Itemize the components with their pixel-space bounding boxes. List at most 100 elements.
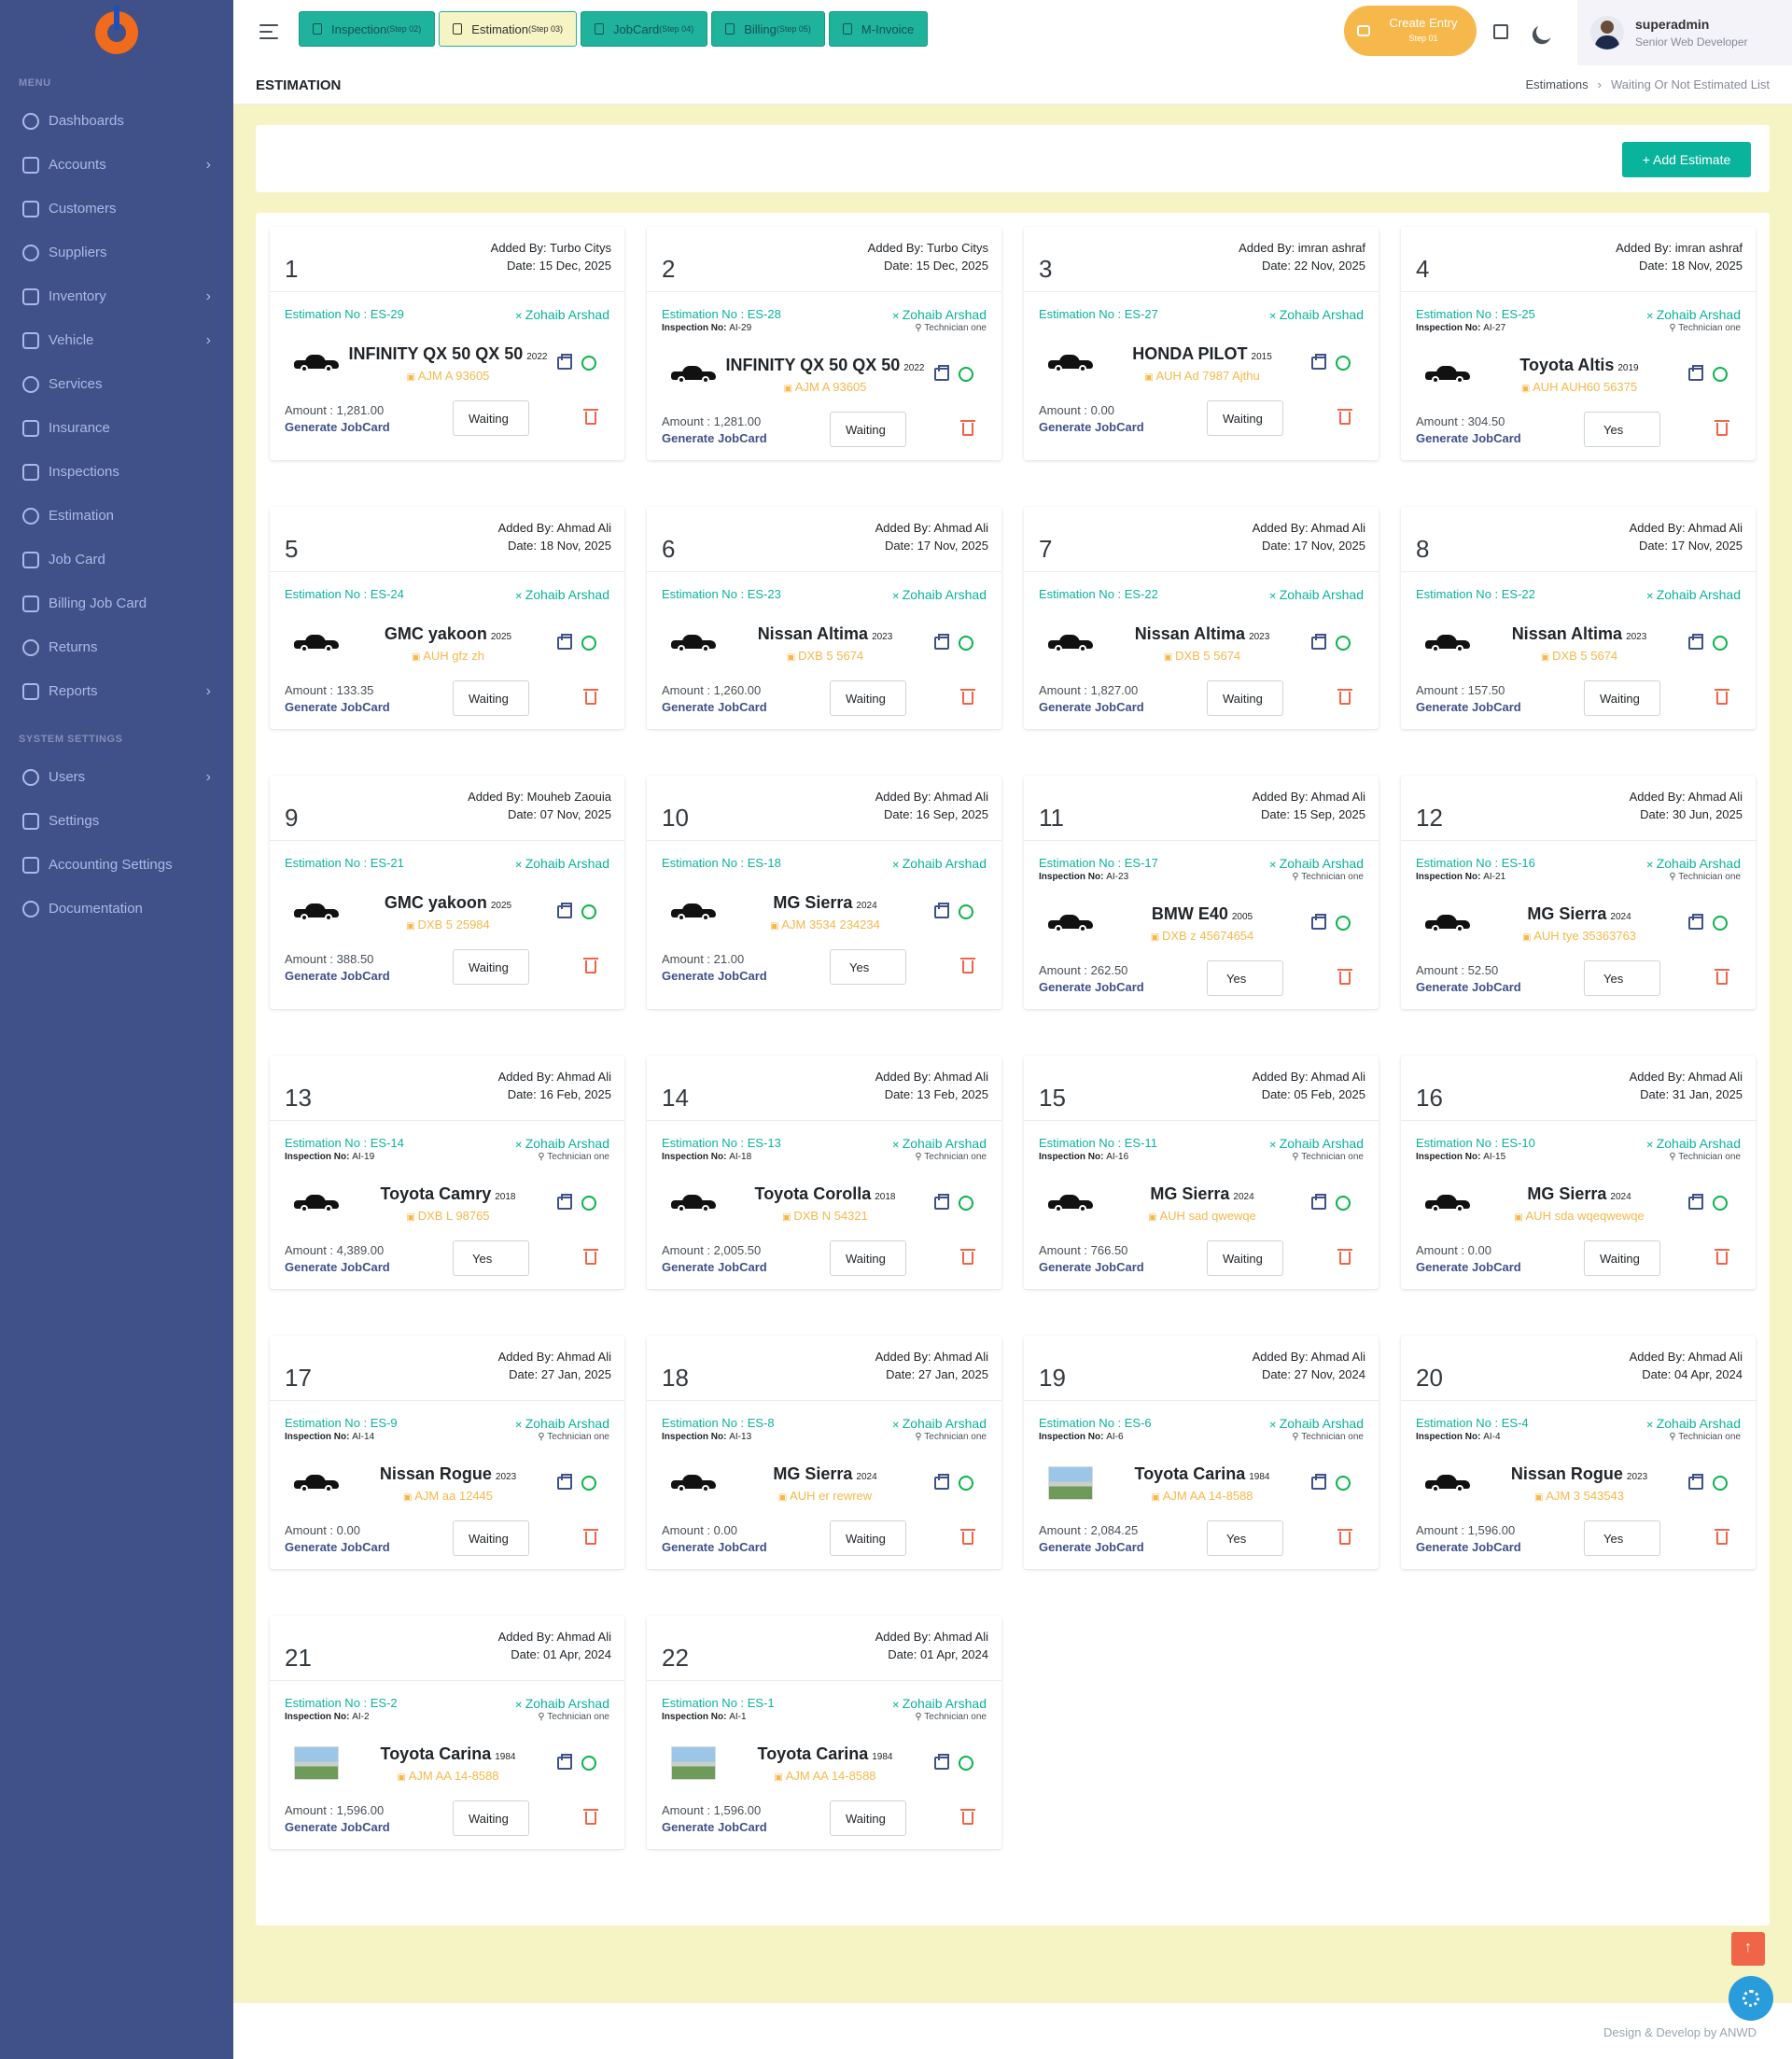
add-estimate-button[interactable]: + Add Estimate: [1622, 142, 1751, 177]
sidebar-item-customers[interactable]: Customers: [0, 187, 233, 231]
whatsapp-icon[interactable]: [581, 636, 596, 651]
sidebar-item-services[interactable]: Services: [0, 362, 233, 406]
whatsapp-icon[interactable]: [959, 367, 973, 382]
generate-jobcard-link[interactable]: Generate JobCard: [1416, 431, 1584, 445]
status-select[interactable]: Waiting: [453, 680, 529, 716]
trash-icon[interactable]: [1337, 409, 1352, 425]
trash-icon[interactable]: [1337, 1529, 1352, 1545]
status-select[interactable]: Waiting: [830, 1240, 906, 1276]
status-select[interactable]: Waiting: [453, 1520, 529, 1556]
generate-jobcard-link[interactable]: Generate JobCard: [662, 431, 830, 445]
estimation-number[interactable]: Estimation No : ES-22: [1039, 587, 1158, 601]
status-select[interactable]: Yes: [1207, 960, 1283, 996]
status-select[interactable]: Waiting: [453, 949, 529, 985]
estimation-number[interactable]: Estimation No : ES-2: [285, 1696, 398, 1710]
step-estimation-button[interactable]: Estimation (Step 03): [439, 11, 578, 47]
generate-jobcard-link[interactable]: Generate JobCard: [662, 1540, 830, 1554]
generate-jobcard-link[interactable]: Generate JobCard: [1039, 1260, 1207, 1274]
estimation-number[interactable]: Estimation No : ES-13: [662, 1136, 781, 1150]
estimation-number[interactable]: Estimation No : ES-25: [1416, 307, 1535, 321]
print-icon[interactable]: [557, 903, 572, 918]
print-icon[interactable]: [1688, 634, 1703, 650]
whatsapp-icon[interactable]: [959, 1196, 973, 1211]
status-select[interactable]: Yes: [1584, 1520, 1660, 1556]
estimation-number[interactable]: Estimation No : ES-28: [662, 307, 781, 321]
breadcrumb-estimations[interactable]: Estimations: [1525, 77, 1588, 91]
print-icon[interactable]: [934, 1754, 949, 1770]
estimation-number[interactable]: Estimation No : ES-9: [285, 1416, 398, 1430]
trash-icon[interactable]: [960, 958, 975, 973]
whatsapp-icon[interactable]: [959, 904, 973, 919]
generate-jobcard-link[interactable]: Generate JobCard: [285, 1820, 453, 1834]
trash-icon[interactable]: [1337, 1249, 1352, 1265]
generate-jobcard-link[interactable]: Generate JobCard: [285, 1260, 453, 1274]
status-select[interactable]: Waiting: [830, 1520, 906, 1556]
status-select[interactable]: Waiting: [830, 680, 906, 716]
estimation-number[interactable]: Estimation No : ES-24: [285, 587, 404, 601]
estimation-number[interactable]: Estimation No : ES-29: [285, 307, 404, 321]
whatsapp-icon[interactable]: [1336, 916, 1351, 931]
step-billing-button[interactable]: Billing (Step 05): [711, 11, 825, 47]
estimation-number[interactable]: Estimation No : ES-14: [285, 1136, 404, 1150]
trash-icon[interactable]: [583, 689, 598, 705]
whatsapp-icon[interactable]: [1336, 356, 1351, 371]
trash-icon[interactable]: [960, 1809, 975, 1825]
print-icon[interactable]: [1311, 914, 1326, 930]
trash-icon[interactable]: [583, 958, 598, 973]
scroll-to-top-button[interactable]: ↑: [1731, 1932, 1765, 1966]
estimation-number[interactable]: Estimation No : ES-23: [662, 587, 781, 601]
print-icon[interactable]: [934, 1194, 949, 1210]
estimation-number[interactable]: Estimation No : ES-11: [1039, 1136, 1157, 1150]
sidebar-item-suppliers[interactable]: Suppliers: [0, 231, 233, 274]
status-select[interactable]: Yes: [1584, 412, 1660, 447]
whatsapp-icon[interactable]: [1336, 1196, 1351, 1211]
estimation-number[interactable]: Estimation No : ES-4: [1416, 1416, 1529, 1430]
sidebar-item-job-card[interactable]: Job Card: [0, 538, 233, 581]
dark-mode-moon-icon[interactable]: [1533, 21, 1555, 42]
sidebar-item-users[interactable]: Users ›: [0, 755, 233, 799]
sidebar-item-returns[interactable]: Returns: [0, 625, 233, 669]
print-icon[interactable]: [1688, 365, 1703, 381]
generate-jobcard-link[interactable]: Generate JobCard: [662, 1260, 830, 1274]
trash-icon[interactable]: [960, 1249, 975, 1265]
print-icon[interactable]: [1311, 1474, 1326, 1490]
whatsapp-icon[interactable]: [581, 1196, 596, 1211]
trash-icon[interactable]: [1715, 1249, 1729, 1265]
trash-icon[interactable]: [583, 1529, 598, 1545]
trash-icon[interactable]: [960, 689, 975, 705]
print-icon[interactable]: [1688, 1194, 1703, 1210]
trash-icon[interactable]: [1715, 1529, 1729, 1545]
step-m-invoice-button[interactable]: M-Invoice: [828, 11, 929, 47]
trash-icon[interactable]: [1715, 969, 1729, 985]
generate-jobcard-link[interactable]: Generate JobCard: [1039, 420, 1207, 434]
print-icon[interactable]: [934, 1474, 949, 1490]
whatsapp-icon[interactable]: [581, 356, 596, 371]
generate-jobcard-link[interactable]: Generate JobCard: [285, 1540, 453, 1554]
trash-icon[interactable]: [960, 1529, 975, 1545]
generate-jobcard-link[interactable]: Generate JobCard: [285, 700, 453, 714]
sidebar-item-dashboards[interactable]: Dashboards: [0, 99, 233, 143]
trash-icon[interactable]: [1337, 969, 1352, 985]
print-icon[interactable]: [934, 365, 949, 381]
sidebar-item-billing-job-card[interactable]: Billing Job Card: [0, 581, 233, 625]
estimation-number[interactable]: Estimation No : ES-16: [1416, 856, 1535, 870]
whatsapp-icon[interactable]: [1336, 636, 1351, 651]
fullscreen-icon[interactable]: [1493, 24, 1508, 39]
estimation-number[interactable]: Estimation No : ES-18: [662, 856, 781, 870]
generate-jobcard-link[interactable]: Generate JobCard: [1039, 980, 1207, 994]
print-icon[interactable]: [934, 903, 949, 918]
whatsapp-icon[interactable]: [1713, 916, 1728, 931]
print-icon[interactable]: [557, 1194, 572, 1210]
whatsapp-icon[interactable]: [1713, 1476, 1728, 1491]
generate-jobcard-link[interactable]: Generate JobCard: [285, 420, 453, 434]
status-select[interactable]: Waiting: [830, 1800, 906, 1836]
estimation-number[interactable]: Estimation No : ES-10: [1416, 1136, 1535, 1150]
print-icon[interactable]: [557, 354, 572, 370]
trash-icon[interactable]: [960, 420, 975, 436]
whatsapp-icon[interactable]: [581, 904, 596, 919]
generate-jobcard-link[interactable]: Generate JobCard: [285, 969, 453, 983]
status-select[interactable]: Waiting: [1584, 680, 1660, 716]
print-icon[interactable]: [1311, 354, 1326, 370]
generate-jobcard-link[interactable]: Generate JobCard: [1416, 1260, 1584, 1274]
whatsapp-icon[interactable]: [581, 1476, 596, 1491]
